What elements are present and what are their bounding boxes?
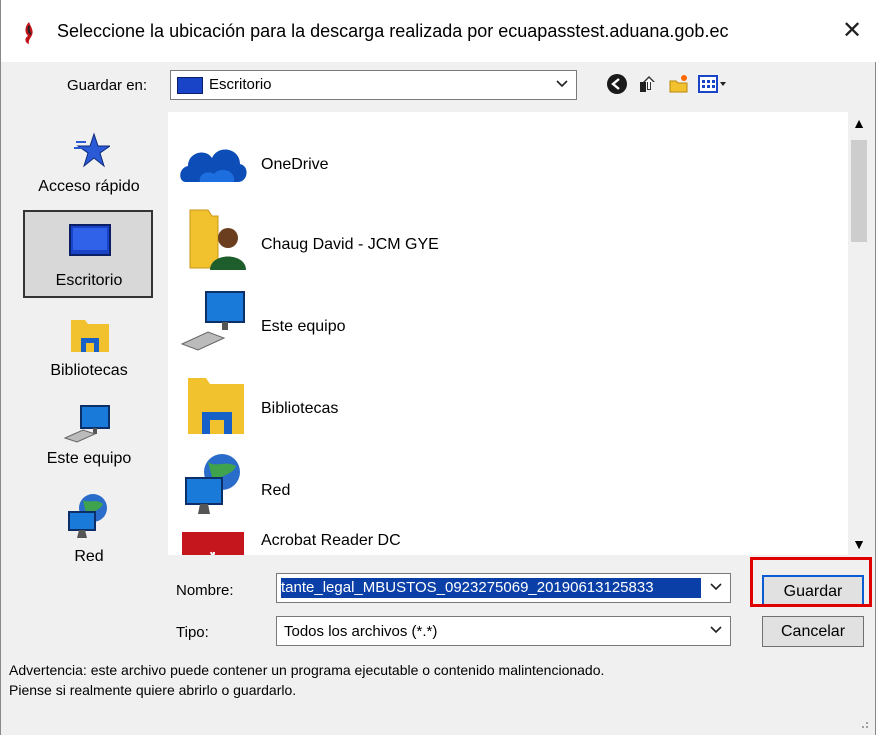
warning-text: Advertencia: este archivo puede contener… (9, 660, 604, 700)
save-dialog: Seleccione la ubicación para la descarga… (0, 0, 876, 735)
acrobat-icon (182, 532, 244, 555)
close-button[interactable]: ✕ (837, 14, 867, 48)
file-item-acrobat[interactable]: Acrobat Reader DC (168, 530, 848, 555)
file-item-libraries[interactable]: Bibliotecas (168, 374, 848, 456)
file-list-scrollbar[interactable]: ▲ ▼ (848, 112, 870, 555)
scroll-down-icon[interactable]: ▼ (848, 533, 870, 555)
file-name: OneDrive (261, 156, 329, 173)
save-in-value: Escritorio (209, 76, 272, 93)
library-folder-icon (71, 320, 109, 352)
place-network[interactable]: Red (19, 490, 159, 570)
place-label: Este equipo (46, 450, 132, 467)
desktop-icon (177, 77, 203, 94)
file-item-this-pc[interactable]: Este equipo (168, 288, 848, 370)
file-list: OneDrive Chaug David - JCM GYE Este equi… (168, 112, 848, 555)
warning-line-2: Piense si realmente quiere abrirlo o gua… (9, 682, 297, 698)
file-item-onedrive[interactable]: OneDrive (168, 130, 848, 212)
file-name: Acrobat Reader DC (261, 532, 401, 549)
cloud-icon (180, 149, 247, 182)
place-label: Escritorio (55, 272, 123, 289)
file-name: Chaug David - JCM GYE (261, 236, 439, 253)
filename-input[interactable]: tante_legal_MBUSTOS_0923275069_201906131… (276, 573, 731, 603)
place-label: Red (74, 548, 104, 565)
new-folder-icon[interactable] (668, 73, 690, 95)
file-name: Bibliotecas (261, 400, 339, 417)
chevron-down-icon (710, 626, 722, 634)
scroll-thumb[interactable] (851, 140, 867, 242)
up-folder-icon[interactable] (637, 73, 659, 95)
chevron-down-icon (556, 80, 568, 88)
file-item-network[interactable]: Red (168, 452, 848, 534)
place-label: Acceso rápido (38, 178, 140, 195)
filename-label: Nombre: (176, 582, 234, 599)
filetype-dropdown[interactable]: Todos los archivos (*.*) (276, 616, 731, 646)
place-label: Bibliotecas (50, 362, 128, 379)
file-item-user-folder[interactable]: Chaug David - JCM GYE (168, 206, 848, 288)
back-icon[interactable] (606, 73, 628, 95)
places-bar: Acceso rápido Escritorio Bibliotecas Est… (19, 110, 159, 710)
star-icon (74, 132, 110, 168)
file-name: Red (261, 482, 291, 499)
save-in-dropdown[interactable]: Escritorio (170, 70, 577, 100)
computer-icon (63, 405, 110, 443)
title-bar: Seleccione la ubicación para la descarga… (1, 0, 876, 62)
warning-line-1: Advertencia: este archivo puede contener… (9, 662, 605, 678)
library-folder-icon (188, 378, 244, 434)
cancel-button[interactable]: Cancelar (762, 616, 864, 647)
network-icon (185, 454, 240, 514)
scroll-up-icon[interactable]: ▲ (848, 112, 870, 134)
place-quick-access[interactable]: Acceso rápido (19, 128, 159, 208)
filetype-label: Tipo: (176, 624, 209, 641)
place-this-pc[interactable]: Este equipo (19, 400, 159, 480)
desktop-icon (69, 224, 111, 256)
filetype-value: Todos los archivos (*.*) (284, 623, 438, 640)
network-icon (68, 494, 107, 538)
resize-grip-icon[interactable] (857, 717, 869, 729)
place-desktop[interactable]: Escritorio (19, 210, 159, 300)
highlight-box (750, 557, 872, 607)
app-icon (25, 22, 33, 44)
dialog-title: Seleccione la ubicación para la descarga… (57, 21, 729, 41)
save-in-label: Guardar en: (67, 77, 148, 94)
chevron-down-icon[interactable] (708, 579, 724, 595)
computer-icon (180, 291, 245, 351)
file-name: Este equipo (261, 318, 346, 335)
view-menu-icon[interactable] (698, 73, 728, 95)
place-libraries[interactable]: Bibliotecas (19, 310, 159, 390)
user-folder-icon (189, 209, 246, 270)
filename-value: tante_legal_MBUSTOS_0923275069_201906131… (281, 578, 701, 598)
